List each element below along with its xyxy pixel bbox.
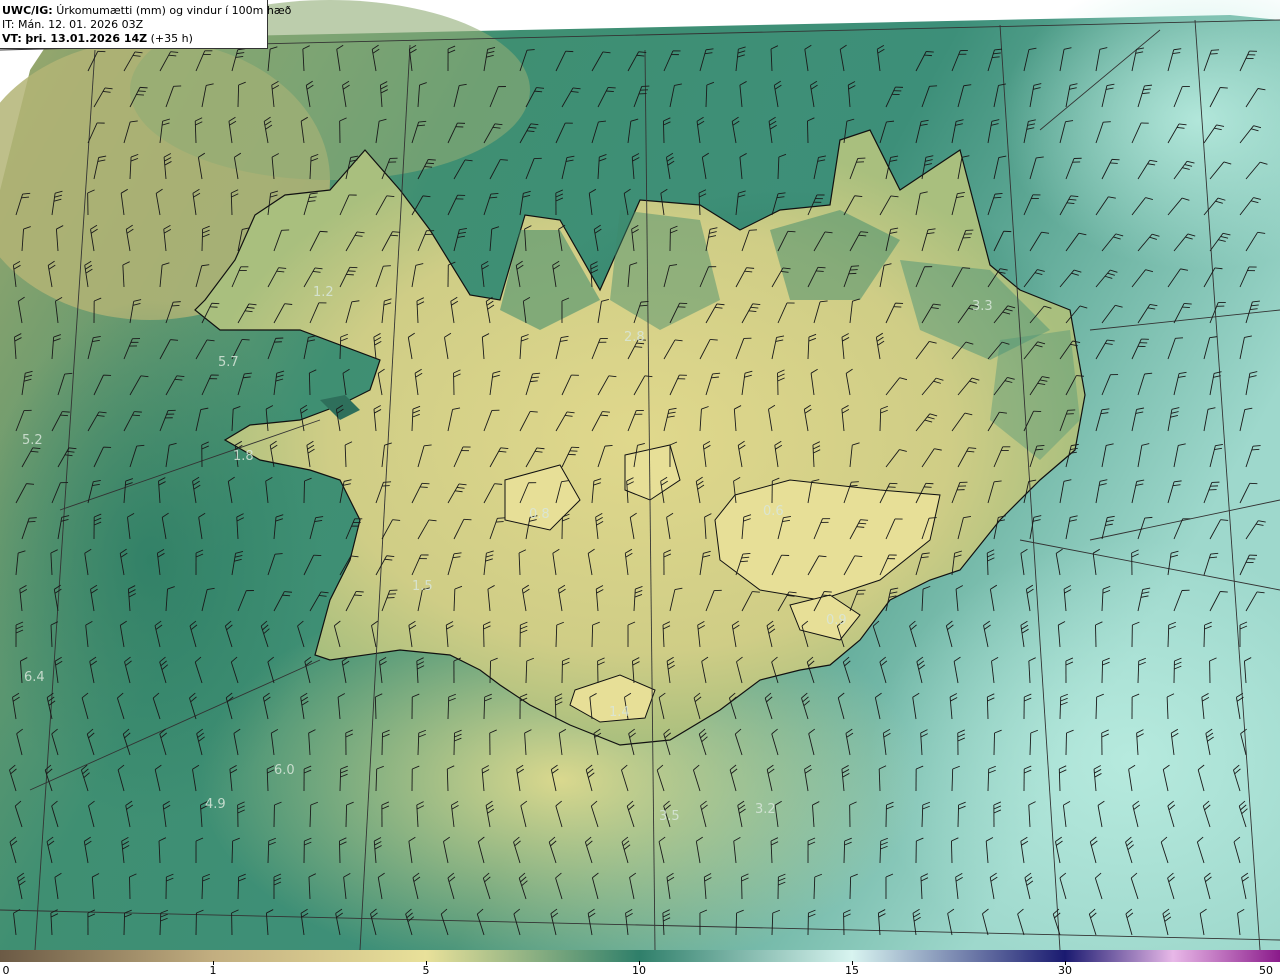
- colorbar-segment: [1065, 950, 1173, 962]
- value-label: 3.5: [659, 809, 680, 824]
- colorbar-strip: [0, 950, 1280, 962]
- value-label: 1.5: [412, 579, 433, 594]
- colorbar-segment: [426, 950, 639, 962]
- model-name: UWC/IG:: [2, 4, 53, 17]
- header-line-product: UWC/IG: Úrkomumætti (mm) og vindur í 100…: [2, 4, 291, 18]
- forecast-map-page: 5.7 5.2 6.4 6.0 4.9 3.5 3.3 2.8 1.2 1.8 …: [0, 0, 1280, 978]
- colorbar-label: 50: [1259, 964, 1273, 977]
- colorbar-segment: [639, 950, 852, 962]
- value-label: 6.0: [274, 763, 295, 778]
- value-label: 6.4: [24, 670, 45, 685]
- colorbar-label: 0: [2, 964, 10, 977]
- colorbar-segment: [1173, 950, 1280, 962]
- colorbar-label: 1: [209, 964, 217, 977]
- colorbar-segment: [0, 950, 213, 962]
- colorbar-segment: [213, 950, 426, 962]
- colorbar: 0 1 5 10 15 30 50: [0, 950, 1280, 978]
- colorbar-label: 5: [422, 964, 430, 977]
- product-name: Úrkomumætti (mm) og vindur í 100m hæð: [56, 4, 292, 17]
- value-label: 3.3: [972, 299, 993, 314]
- precipitation-wind-map: 5.7 5.2 6.4 6.0 4.9 3.5 3.3 2.8 1.2 1.8 …: [0, 0, 1280, 950]
- value-label: 3.2: [755, 802, 776, 817]
- header-line-valid: VT: þri. 13.01.2026 14Z (+35 h): [2, 32, 267, 46]
- value-label: 0.9: [826, 613, 847, 628]
- value-label: 1.2: [313, 285, 334, 300]
- map-header: UWC/IG: Úrkomumætti (mm) og vindur í 100…: [0, 0, 291, 49]
- value-label: 0.6: [763, 504, 784, 519]
- colorbar-segment: [852, 950, 1065, 962]
- value-label: 4.9: [205, 797, 226, 812]
- value-label: 0.8: [529, 507, 550, 522]
- colorbar-label: 10: [632, 964, 646, 977]
- colorbar-label: 15: [845, 964, 859, 977]
- init-time: IT: Mán. 12. 01. 2026 03Z: [2, 18, 144, 31]
- lead-time: (+35 h): [150, 32, 193, 45]
- valid-prefix: VT:: [2, 32, 22, 45]
- value-label: 1.8: [233, 449, 254, 464]
- colorbar-label: 30: [1058, 964, 1072, 977]
- valid-time: þri. 13.01.2026 14Z: [25, 32, 148, 45]
- value-label: 1.4: [609, 705, 630, 720]
- value-label: 5.7: [218, 355, 239, 370]
- value-label: 2.8: [624, 330, 645, 345]
- value-label: 5.2: [22, 433, 43, 448]
